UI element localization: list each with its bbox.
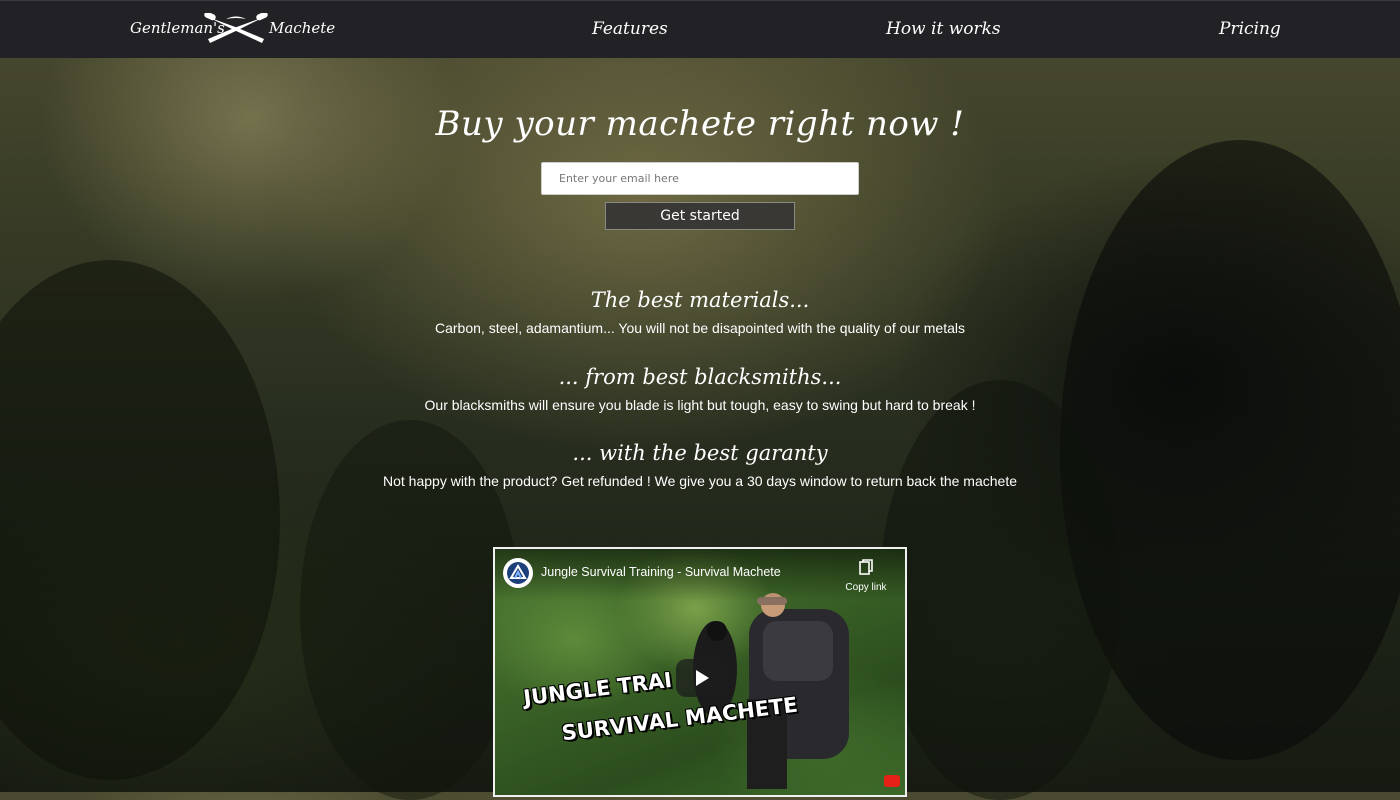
navbar: Gentleman's Machete Features How it work… [0,0,1400,58]
copy-link-button[interactable]: Copy link [841,559,891,593]
feature-text-blacksmiths: Our blacksmiths will ensure you blade is… [424,397,976,413]
channel-logo-icon [507,562,529,584]
video-title[interactable]: Jungle Survival Training - Survival Mach… [541,565,781,579]
play-icon [696,670,709,686]
feature-text-materials: Carbon, steel, adamantium... You will no… [435,320,965,336]
copy-icon [859,559,873,575]
play-button[interactable] [676,659,728,697]
brand-logo[interactable]: Gentleman's Machete [130,11,335,51]
brand-word-right: Machete [269,19,336,37]
copy-link-label: Copy link [845,582,887,593]
get-started-button[interactable]: Get started [605,202,795,230]
nav-link-features[interactable]: Features [592,19,668,39]
hero-title: Buy your machete right now ! [435,104,965,144]
feature-text-garanty: Not happy with the product? Get refunded… [383,473,1017,489]
video-player[interactable]: Jungle Survival Training - Survival Mach… [493,547,907,797]
feature-title-blacksmiths: ... from best blacksmiths... [558,365,842,389]
background-foliage [0,260,280,780]
nav-link-how-it-works[interactable]: How it works [886,19,1001,39]
channel-avatar-icon[interactable] [503,558,533,588]
youtube-logo-icon[interactable] [884,775,900,787]
crossed-machetes-icon [204,13,268,43]
nav-link-pricing[interactable]: Pricing [1219,19,1281,39]
feature-title-materials: The best materials... [590,288,810,312]
email-input[interactable] [541,162,859,195]
feature-title-garanty: ... with the best garanty [572,441,828,465]
